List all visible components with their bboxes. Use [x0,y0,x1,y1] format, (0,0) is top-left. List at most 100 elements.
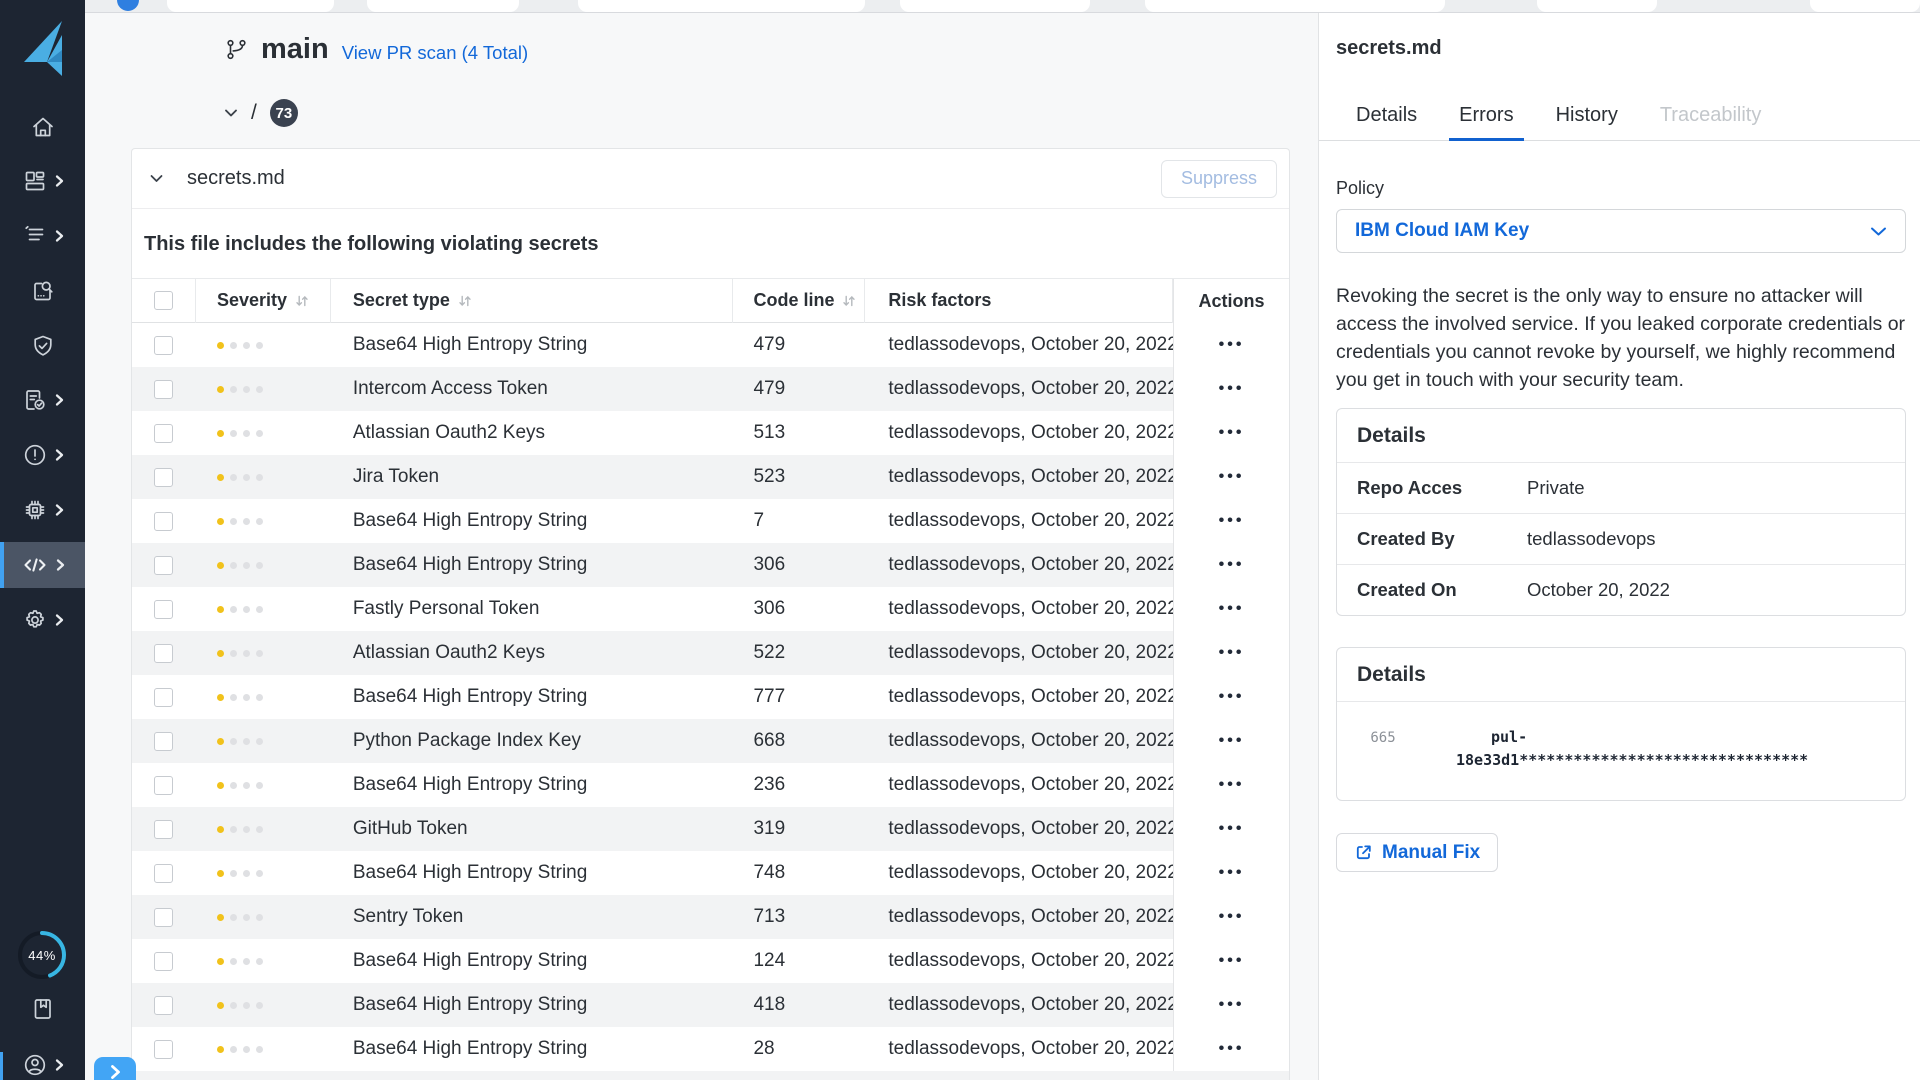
row-actions-button[interactable]: ••• [1219,557,1245,573]
row-actions-button[interactable]: ••• [1219,425,1245,441]
col-secret-type[interactable]: Secret type [353,290,450,311]
row-checkbox[interactable] [154,424,173,443]
row-actions-button[interactable]: ••• [1219,645,1245,661]
row-actions-button[interactable]: ••• [1219,1041,1245,1057]
risk-factors-cell: tedlassodevops, October 20, 2022, [865,642,1173,664]
col-severity[interactable]: Severity [217,290,287,311]
row-checkbox[interactable] [154,380,173,399]
risk-factors-cell: tedlassodevops, October 20, 2022, [865,466,1173,488]
sort-icon[interactable] [295,294,309,308]
code-line-cell: 306 [733,554,865,576]
sidebar-item-settings[interactable] [0,597,85,643]
code-line-cell: 236 [733,774,865,796]
row-checkbox[interactable] [154,732,173,751]
secret-type-cell: Fastly Personal Token [331,598,734,620]
shield-check-icon [30,333,56,359]
sidebar-item-assets[interactable] [0,158,85,204]
secret-type-cell: Base64 High Entropy String [331,334,734,356]
top-bar-avatar-placeholder [117,0,139,11]
row-actions-button[interactable]: ••• [1219,381,1245,397]
row-actions-button[interactable]: ••• [1219,469,1245,485]
policy-select[interactable]: IBM Cloud IAM Key [1336,209,1906,253]
row-actions-button[interactable]: ••• [1219,953,1245,969]
row-checkbox[interactable] [154,468,173,487]
sidebar-item-scans[interactable] [0,213,85,259]
breadcrumb-path[interactable]: / [251,101,257,125]
breadcrumb: / 73 [224,99,298,127]
table-header-row: Severity Secret type Code line Risk fact… [132,278,1289,323]
secret-type-cell: Base64 High Entropy String [331,862,734,884]
row-actions-button[interactable]: ••• [1219,689,1245,705]
secret-type-cell: Base64 High Entropy String [331,554,734,576]
chevron-right-icon [110,1064,121,1080]
table-row: Base64 High Entropy String7tedlassodevop… [132,499,1289,543]
details-card-title: Details [1337,409,1905,463]
risk-factors-cell: tedlassodevops, October 20, 2022, [865,510,1173,532]
sidebar-item-account[interactable] [0,1042,85,1080]
top-bar-placeholder [1145,0,1445,12]
code-line-number: 665 [1337,726,1429,772]
sidebar-item-source-code[interactable] [0,542,85,588]
chevron-down-icon[interactable] [150,174,163,183]
row-checkbox[interactable] [154,336,173,355]
row-actions-button[interactable]: ••• [1219,997,1245,1013]
col-actions: Actions [1199,291,1265,312]
sidebar-item-docs[interactable] [0,986,85,1032]
top-bar-placeholder [900,0,1090,12]
row-checkbox[interactable] [154,864,173,883]
sidebar-item-policies[interactable] [0,323,85,369]
branch-header: main View PR scan (4 Total) [225,33,528,66]
suppress-button[interactable]: Suppress [1161,160,1277,198]
sidebar-item-home[interactable] [0,104,85,150]
row-checkbox[interactable] [154,952,173,971]
chevron-down-icon[interactable] [224,108,238,118]
severity-dots [196,562,331,569]
row-checkbox[interactable] [154,1040,173,1059]
row-actions-button[interactable]: ••• [1219,337,1245,353]
scan-progress-ring[interactable]: 44% [16,929,68,981]
tab-history[interactable]: History [1546,96,1628,140]
view-pr-scan-link[interactable]: View PR scan (4 Total) [342,42,528,64]
sort-icon[interactable] [458,294,472,308]
sidebar-item-reports[interactable] [0,377,85,423]
risk-factors-cell: tedlassodevops, October 20, 2022, [865,598,1173,620]
row-actions-button[interactable]: ••• [1219,865,1245,881]
row-checkbox[interactable] [154,512,173,531]
row-actions-button[interactable]: ••• [1219,909,1245,925]
chevron-right-icon [56,558,65,572]
detail-label: Created On [1357,579,1527,601]
row-checkbox[interactable] [154,820,173,839]
sidebar-item-integrations[interactable] [0,487,85,533]
row-checkbox[interactable] [154,908,173,927]
row-checkbox[interactable] [154,600,173,619]
document-search-icon [30,278,56,304]
row-actions-button[interactable]: ••• [1219,821,1245,837]
row-actions-button[interactable]: ••• [1219,601,1245,617]
row-actions-button[interactable]: ••• [1219,733,1245,749]
tab-details[interactable]: Details [1346,96,1427,140]
row-checkbox[interactable] [154,776,173,795]
row-actions-button[interactable]: ••• [1219,777,1245,793]
code-details-card: Details 665 pul- 18e33d1****************… [1336,647,1906,801]
row-checkbox[interactable] [154,996,173,1015]
code-snippet: 665 pul- 18e33d1************************… [1337,702,1905,800]
row-checkbox[interactable] [154,688,173,707]
col-code-line[interactable]: Code line [753,290,834,311]
top-bar-placeholder [167,0,334,12]
detail-panel: secrets.md Details Errors History Tracea… [1318,0,1920,1080]
details-card: Details Repo Acces Private Created By te… [1336,408,1906,616]
app-logo[interactable] [20,20,65,82]
tab-errors[interactable]: Errors [1449,96,1523,140]
risk-factors-cell: tedlassodevops, October 20, 2022, [865,862,1173,884]
sort-icon[interactable] [842,294,856,308]
select-all-checkbox[interactable] [154,291,173,310]
row-checkbox[interactable] [154,644,173,663]
manual-fix-label: Manual Fix [1382,842,1480,864]
code-line-cell: 522 [733,642,865,664]
row-actions-button[interactable]: ••• [1219,513,1245,529]
manual-fix-button[interactable]: Manual Fix [1336,833,1498,872]
sidebar-item-discovery[interactable] [0,268,85,314]
row-checkbox[interactable] [154,556,173,575]
sidebar-expand-button[interactable] [94,1057,136,1080]
sidebar-item-issues[interactable] [0,432,85,478]
